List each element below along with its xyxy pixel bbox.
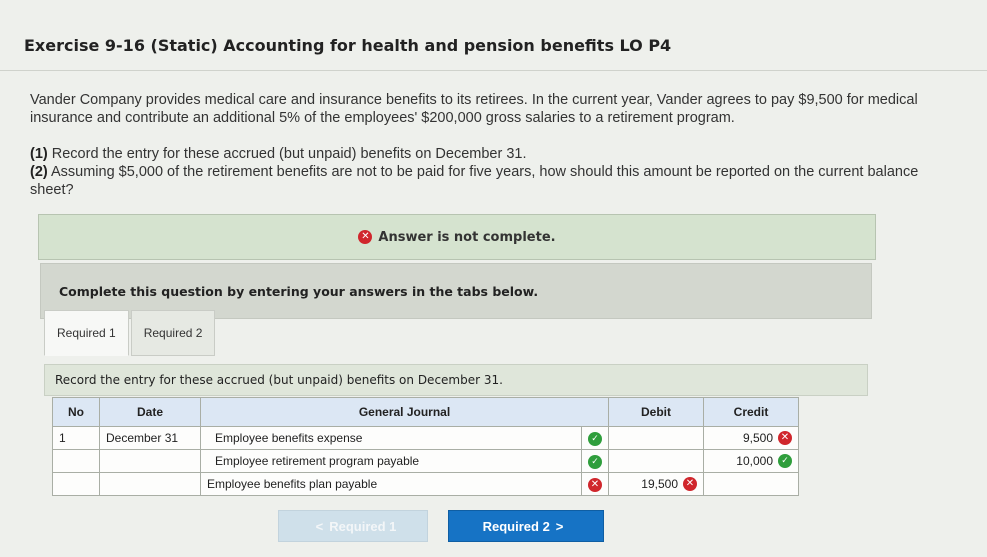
account-status: ✕ <box>581 472 609 496</box>
credit-cell[interactable]: 10,000 ✓ <box>703 449 799 473</box>
account-cell[interactable]: Employee benefits plan payable <box>200 472 582 496</box>
panel-prompt: Record the entry for these accrued (but … <box>44 364 868 396</box>
x-circle-icon: ✕ <box>358 230 373 244</box>
instructions-text: Complete this question by entering your … <box>59 283 539 299</box>
problem-description: Vander Company provides medical care and… <box>30 92 918 126</box>
x-circle-icon: ✕ <box>778 431 792 445</box>
debit-cell[interactable] <box>608 449 704 473</box>
check-circle-icon: ✓ <box>778 454 792 468</box>
requirement-2: (2) Assuming $5,000 of the retirement be… <box>30 163 960 199</box>
next-button-label: Required 2 <box>482 518 550 534</box>
credit-value: 9,500 <box>742 431 773 445</box>
exercise-title: Exercise 9-16 (Static) Accounting for he… <box>24 36 672 55</box>
header-no: No <box>52 397 100 427</box>
credit-cell[interactable]: 9,500 ✕ <box>703 426 799 450</box>
tab-required-2[interactable]: Required 2 <box>130 310 216 356</box>
requirement-2-text: Assuming $5,000 of the retirement benefi… <box>30 164 919 198</box>
debit-cell[interactable]: 19,500 ✕ <box>608 472 704 496</box>
row-no <box>52 472 100 496</box>
tab-required-1[interactable]: Required 1 <box>44 310 129 356</box>
requirement-2-number: (2) <box>30 164 48 180</box>
header-date: Date <box>99 397 201 427</box>
date-cell[interactable] <box>99 472 201 496</box>
check-circle-icon: ✓ <box>588 432 602 447</box>
chevron-right-icon: > <box>555 518 564 534</box>
row-no <box>52 449 100 473</box>
account-status: ✓ <box>581 426 609 450</box>
table-row: Employee retirement program payable ✓ 10… <box>52 449 799 473</box>
table-row: 1 December 31 Employee benefits expense … <box>52 426 799 450</box>
answer-status-banner: ✕ Answer is not complete. <box>38 214 876 260</box>
debit-cell[interactable] <box>608 426 704 450</box>
credit-value: 10,000 <box>736 454 773 468</box>
next-required-button[interactable]: Required 2 > <box>448 510 604 542</box>
requirements-text: (1) Record the entry for these accrued (… <box>30 145 960 199</box>
x-circle-icon: ✕ <box>683 477 697 491</box>
previous-required-button[interactable]: < Required 1 <box>278 510 428 542</box>
check-circle-icon: ✓ <box>588 455 602 470</box>
header-general-journal: General Journal <box>200 397 609 427</box>
requirement-1: (1) Record the entry for these accrued (… <box>30 145 960 163</box>
date-cell[interactable] <box>99 449 201 473</box>
answer-status-text: Answer is not complete. <box>378 229 556 245</box>
account-cell[interactable]: Employee benefits expense <box>200 426 582 450</box>
debit-value: 19,500 <box>641 477 678 491</box>
account-status: ✓ <box>581 449 609 473</box>
header-debit: Debit <box>608 397 704 427</box>
x-circle-icon: ✕ <box>588 478 602 492</box>
credit-cell[interactable] <box>703 472 799 496</box>
requirement-1-text: Record the entry for these accrued (but … <box>47 146 527 162</box>
general-journal-table: No Date General Journal Debit Credit 1 D… <box>52 397 799 496</box>
header-credit: Credit <box>703 397 799 427</box>
previous-button-label: Required 1 <box>329 518 397 534</box>
date-cell[interactable]: December 31 <box>99 426 201 450</box>
panel-prompt-text: Record the entry for these accrued (but … <box>55 373 503 387</box>
row-no: 1 <box>52 426 100 450</box>
journal-header-row: No Date General Journal Debit Credit <box>52 397 799 427</box>
table-row: Employee benefits plan payable ✕ 19,500 ✕ <box>52 472 799 496</box>
chevron-left-icon: < <box>315 518 324 534</box>
title-divider <box>0 70 987 71</box>
requirement-1-number: (1) <box>30 146 48 162</box>
requirement-tabs: Required 1 Required 2 <box>44 310 216 358</box>
account-cell[interactable]: Employee retirement program payable <box>200 449 582 473</box>
